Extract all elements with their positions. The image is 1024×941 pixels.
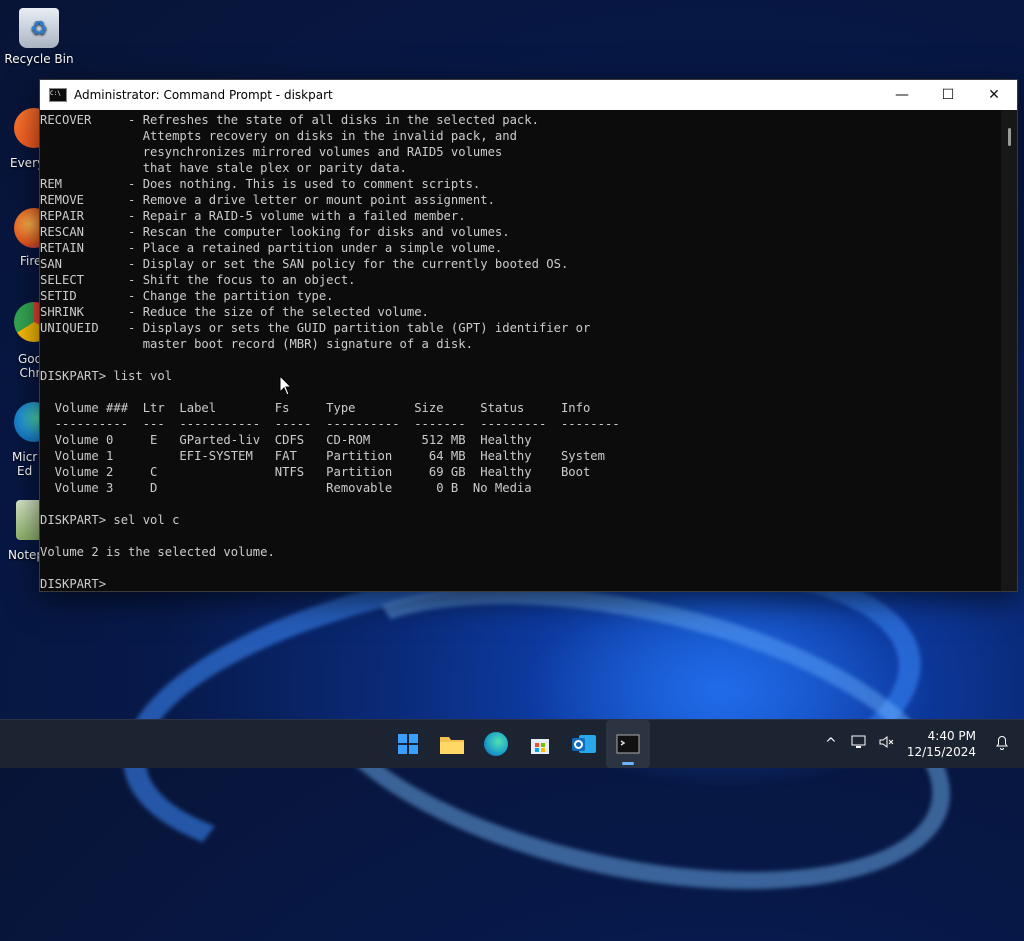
outlook-button[interactable] (562, 720, 606, 768)
console-line: Volume 3 D Removable 0 B No Media (54, 481, 532, 495)
folder-icon (440, 737, 464, 754)
edge-icon (484, 732, 508, 756)
console-line: SETID - Change the partition type. (40, 289, 334, 303)
console-line: Volume 2 C NTFS Partition 69 GB Healthy … (54, 465, 591, 479)
console-line: REMOVE - Remove a drive letter or mount … (40, 193, 495, 207)
console-line: ---------- --- ----------- ----- -------… (54, 417, 620, 431)
desktop-icon-recycle-bin[interactable]: Recycle Bin (3, 8, 75, 66)
notifications-button[interactable] (988, 734, 1016, 754)
desktop-icon-label: Recycle Bin (4, 52, 74, 66)
console-line: SHRINK - Reduce the size of the selected… (40, 305, 429, 319)
console-line: Attempts recovery on disks in the invali… (142, 129, 517, 143)
store-icon (531, 739, 549, 754)
title-bar[interactable]: C:\ Administrator: Command Prompt - disk… (40, 80, 1017, 110)
command-prompt-window[interactable]: C:\ Administrator: Command Prompt - disk… (39, 79, 1018, 592)
window-title: Administrator: Command Prompt - diskpart (74, 88, 333, 102)
start-button[interactable] (386, 720, 430, 768)
file-explorer-button[interactable] (430, 720, 474, 768)
console-line: DISKPART> list vol (40, 369, 173, 383)
chevron-up-icon: ^ (824, 736, 837, 752)
vertical-scrollbar[interactable] (1001, 110, 1017, 591)
scrollbar-thumb[interactable] (1008, 128, 1011, 146)
maximize-button[interactable]: ☐ (925, 80, 971, 110)
mouse-cursor-icon (279, 375, 293, 396)
console-text: RECOVER - Refreshes the state of all dis… (40, 112, 1001, 591)
console-line: Volume ### Ltr Label Fs Type Size Status… (54, 401, 591, 415)
console-line: Volume 2 is the selected volume. (40, 545, 275, 559)
console-line: REPAIR - Repair a RAID-5 volume with a f… (40, 209, 466, 223)
console-line: SAN - Display or set the SAN policy for … (40, 257, 569, 271)
windows-logo-icon (398, 734, 418, 754)
close-button[interactable]: ✕ (971, 80, 1017, 110)
store-button[interactable] (518, 720, 562, 768)
console-line: DISKPART> (40, 577, 107, 591)
bell-icon (996, 736, 1008, 750)
console-line: RETAIN - Place a retained partition unde… (40, 241, 503, 255)
speaker-muted-icon (879, 736, 894, 748)
command-prompt-icon (616, 734, 640, 754)
taskbar: ^ 4:40 PM 12/15/2024 (0, 719, 1024, 768)
console-line: resynchronizes mirrored volumes and RAID… (142, 145, 503, 159)
console-line: that have stale plex or parity data. (142, 161, 407, 175)
console-line: DISKPART> sel vol c (40, 513, 180, 527)
minimize-button[interactable]: — (879, 80, 925, 110)
show-hidden-icons-button[interactable]: ^ (817, 736, 845, 752)
edge-button[interactable] (474, 720, 518, 768)
recycle-bin-icon (19, 8, 59, 48)
system-tray: ^ 4:40 PM 12/15/2024 (817, 720, 1024, 768)
command-prompt-icon: C:\ (49, 88, 67, 102)
console-line: REM - Does nothing. This is used to comm… (40, 177, 481, 191)
console-line: SELECT - Shift the focus to an object. (40, 273, 356, 287)
console-line: Volume 1 EFI-SYSTEM FAT Partition 64 MB … (54, 449, 605, 463)
console-line: master boot record (MBR) signature of a … (142, 337, 473, 351)
console-output[interactable]: RECOVER - Refreshes the state of all dis… (40, 110, 1001, 591)
clock-date: 12/15/2024 (906, 745, 976, 759)
network-monitor-icon (851, 735, 866, 748)
network-icon[interactable] (845, 735, 873, 753)
console-line: RECOVER - Refreshes the state of all dis… (40, 113, 539, 127)
volume-muted-icon[interactable] (873, 735, 901, 753)
taskbar-apps (386, 720, 650, 768)
clock-time: 4:40 PM (927, 729, 976, 743)
clock[interactable]: 4:40 PM 12/15/2024 (907, 728, 976, 760)
terminal-button[interactable] (606, 720, 650, 768)
console-line: Volume 0 E GParted-liv CDFS CD-ROM 512 M… (54, 433, 532, 447)
console-line: UNIQUEID - Displays or sets the GUID par… (40, 321, 591, 335)
window-controls: — ☐ ✕ (879, 80, 1017, 110)
outlook-icon (572, 735, 596, 753)
desktop-icon-label: Micr Ed (12, 450, 38, 478)
console-line: RESCAN - Rescan the computer looking for… (40, 225, 510, 239)
